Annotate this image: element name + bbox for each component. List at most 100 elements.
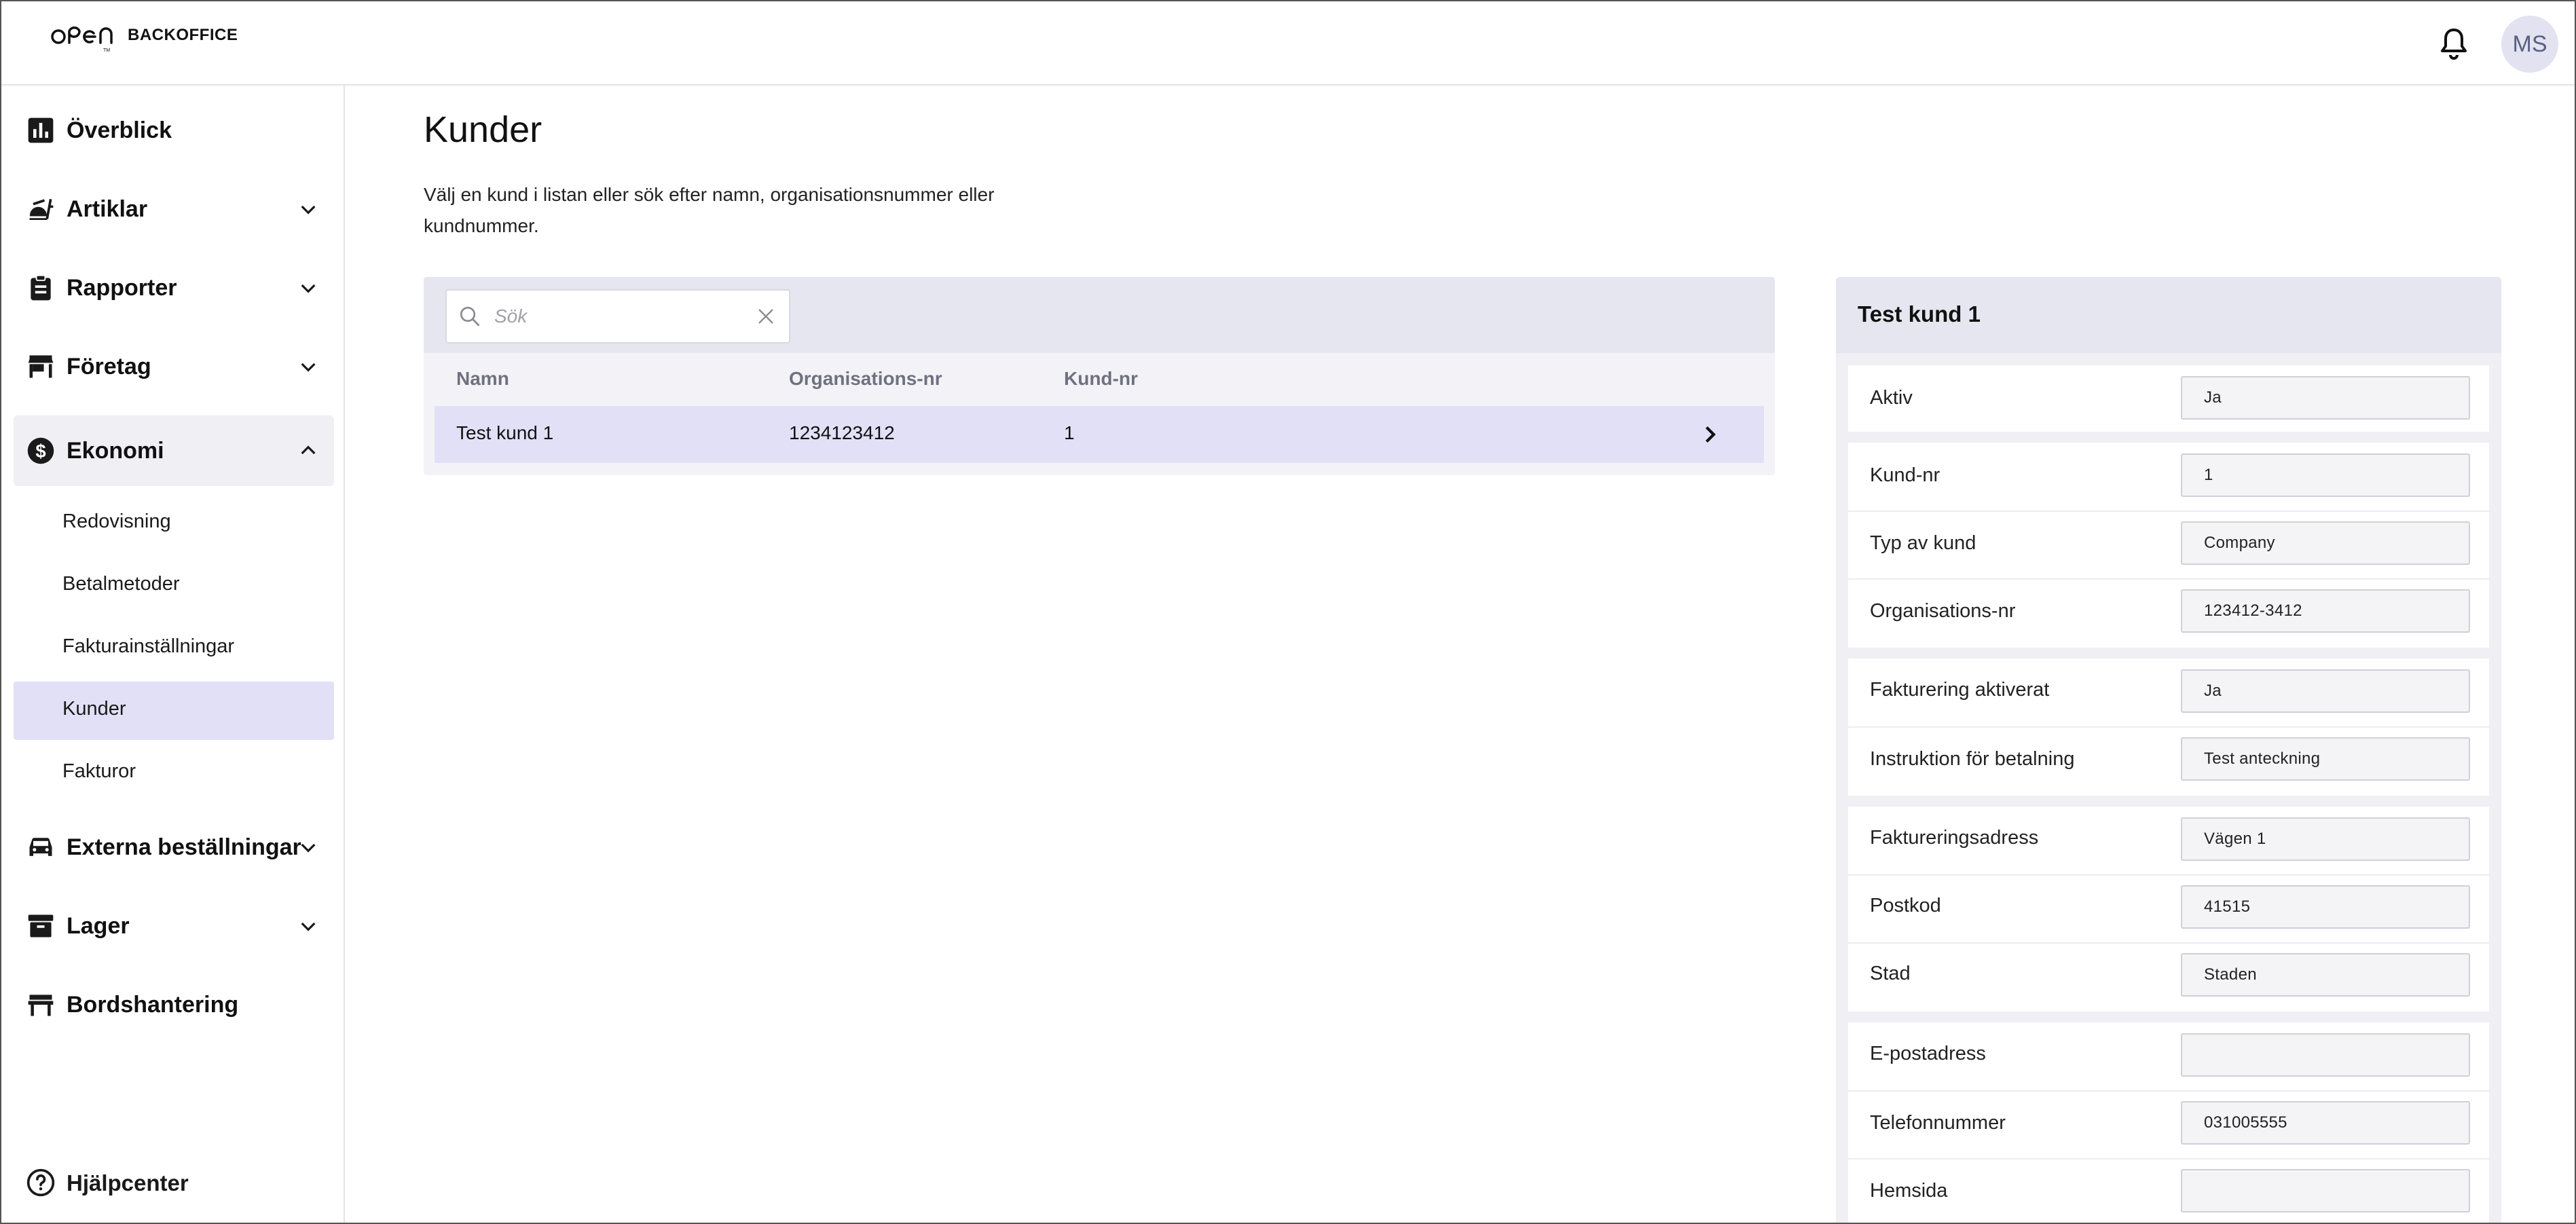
field-row-e-postadress: E-postadress [1848, 1022, 2489, 1090]
sidebar-item-label: Rapporter [67, 274, 177, 301]
field-label: Faktureringsadress [1870, 827, 2039, 849]
page-title: Kunder [424, 109, 542, 150]
field-row-telefonnummer: Telefonnummer 031005555 [1848, 1092, 2489, 1160]
sidebar-subitem-redovisning[interactable]: Redovisning [14, 494, 334, 553]
column-header-namn[interactable]: Namn [456, 368, 509, 390]
sidebar-item-label: Externa beställningar [67, 834, 301, 860]
sidebar-subitem-label: Fakturainställningar [62, 635, 235, 657]
field-label: Telefonnummer [1870, 1112, 2006, 1134]
field-value-stad[interactable]: Staden [2181, 953, 2470, 997]
sidebar-item-label: Artiklar [67, 196, 148, 222]
field-value-aktiv[interactable]: Ja [2181, 376, 2470, 420]
sidebar-item-label: Ekonomi [67, 437, 164, 464]
field-row-instruktion: Instruktion för betalning Test antecknin… [1848, 728, 2489, 796]
field-row-postkod: Postkod 41515 [1848, 876, 2489, 944]
detail-title: Test kund 1 [1858, 301, 1981, 327]
field-row-faktureringsadress: Faktureringsadress Vägen 1 [1848, 806, 2489, 874]
field-label: Stad [1870, 963, 1911, 984]
page-description: Välj en kund i listan eller sök efter na… [424, 184, 995, 236]
sidebar-item-lager[interactable]: Lager [14, 891, 334, 961]
archive-icon [28, 914, 54, 938]
logo-mark-icon: TM [51, 26, 113, 53]
cell-kund-nr: 1 [1064, 422, 1075, 443]
help-circle-icon [26, 1168, 55, 1197]
chevron-down-icon [301, 363, 316, 372]
clipboard-icon [31, 274, 51, 301]
chevron-down-icon [301, 284, 316, 293]
top-header: TM BACKOFFICE MS [1, 1, 2575, 86]
sidebar-item-foretag[interactable]: Företag [14, 331, 334, 402]
sidebar-item-externa-bestallningar[interactable]: Externa beställningar [14, 812, 334, 883]
field-value-organisations-nr[interactable]: 123412-3412 [2181, 589, 2470, 633]
sidebar-subitem-fakturor[interactable]: Fakturor [14, 744, 334, 802]
chevron-down-icon [301, 922, 316, 931]
sidebar-subitem-kunder[interactable]: Kunder [14, 682, 334, 740]
search-input[interactable] [494, 301, 739, 331]
sidebar-subitem-betalmetoder[interactable]: Betalmetoder [14, 557, 334, 615]
sidebar-item-label: Överblick [67, 117, 172, 143]
sidebar-item-label: Företag [67, 353, 151, 379]
list-toolbar [424, 277, 1775, 353]
dollar-icon: $ [27, 437, 54, 464]
detail-header: Test kund 1 [1836, 277, 2501, 353]
detail-group-invoicing: Fakturering aktiverat Ja Instruktion för… [1848, 659, 2489, 796]
field-value-telefonnummer[interactable]: 031005555 [2181, 1101, 2470, 1145]
sidebar-item-bordshantering[interactable]: Bordshantering [14, 969, 334, 1040]
food-icon [29, 198, 54, 221]
logo-text: BACKOFFICE [128, 26, 238, 44]
search-box[interactable] [445, 289, 790, 344]
field-label: Kund-nr [1870, 464, 1940, 486]
field-label: Instruktion för betalning [1870, 748, 2075, 770]
customer-detail-panel: Test kund 1 Aktiv Ja Kund-nr 1 Typ av ku… [1836, 277, 2501, 1223]
notification-bell-icon[interactable] [2437, 26, 2470, 61]
clear-icon[interactable] [755, 305, 777, 327]
field-label: Postkod [1870, 895, 1941, 916]
field-value-typ-av-kund[interactable]: Company [2181, 521, 2470, 565]
field-value-hemsida[interactable] [2181, 1169, 2470, 1212]
sidebar-subitem-label: Fakturor [62, 760, 136, 782]
column-header-organisations-nr[interactable]: Organisations-nr [789, 368, 942, 390]
help-center-link[interactable]: Hjälpcenter [14, 1151, 334, 1212]
field-value-postkod[interactable]: 41515 [2181, 885, 2470, 929]
table-row[interactable]: Test kund 1 1234123412 1 [435, 406, 1764, 463]
chevron-down-icon [301, 205, 316, 215]
field-value-instruktion[interactable]: Test anteckning [2181, 737, 2470, 781]
field-label: Hemsida [1870, 1180, 1948, 1202]
logo[interactable]: TM BACKOFFICE [50, 22, 238, 53]
svg-text:$: $ [35, 441, 45, 462]
sidebar-item-rapporter[interactable]: Rapporter [14, 253, 334, 323]
field-label: Fakturering aktiverat [1870, 679, 2050, 701]
sidebar-item-overblick[interactable]: Överblick [14, 95, 334, 166]
store-icon [28, 355, 54, 378]
car-icon [29, 838, 52, 856]
field-value-faktureringsadress[interactable]: Vägen 1 [2181, 817, 2470, 861]
chevron-down-icon [301, 843, 316, 853]
sidebar: Överblick Artiklar Rapporter Företag $ E… [1, 86, 345, 1223]
search-icon [460, 306, 480, 327]
app-window: TM BACKOFFICE MS Överblick Artiklar Rapp… [0, 0, 2576, 1224]
column-header-kund-nr[interactable]: Kund-nr [1064, 368, 1138, 390]
field-value-fakturering-aktiverat[interactable]: Ja [2181, 669, 2470, 713]
field-row-organisations-nr: Organisations-nr 123412-3412 [1848, 580, 2489, 648]
sidebar-subitem-label: Kunder [62, 698, 126, 720]
field-value-e-postadress[interactable] [2181, 1033, 2470, 1077]
user-avatar[interactable]: MS [2501, 16, 2558, 73]
sidebar-item-label: Lager [67, 912, 130, 939]
field-row-stad: Stad Staden [1848, 944, 2489, 1012]
sidebar-subitem-label: Betalmetoder [62, 573, 180, 595]
field-value-kund-nr[interactable]: 1 [2181, 453, 2470, 497]
detail-group-contact: E-postadress Telefonnummer 031005555 Hem… [1848, 1022, 2489, 1223]
field-row-kund-nr: Kund-nr 1 [1848, 443, 2489, 511]
bar-chart-icon [28, 117, 54, 143]
detail-group-status: Aktiv Ja [1848, 365, 2489, 432]
sidebar-item-artiklar[interactable]: Artiklar [14, 174, 334, 244]
chevron-up-icon [301, 445, 316, 455]
cell-name: Test kund 1 [456, 422, 554, 443]
sidebar-subitem-fakturainstallningar[interactable]: Fakturainställningar [14, 619, 334, 678]
field-row-aktiv: Aktiv Ja [1848, 365, 2489, 432]
field-label: Aktiv [1870, 387, 1913, 409]
chevron-right-icon[interactable] [1697, 422, 1722, 447]
table-icon [28, 995, 54, 1016]
field-row-fakturering-aktiverat: Fakturering aktiverat Ja [1848, 659, 2489, 726]
sidebar-item-ekonomi[interactable]: $ Ekonomi [14, 415, 334, 486]
